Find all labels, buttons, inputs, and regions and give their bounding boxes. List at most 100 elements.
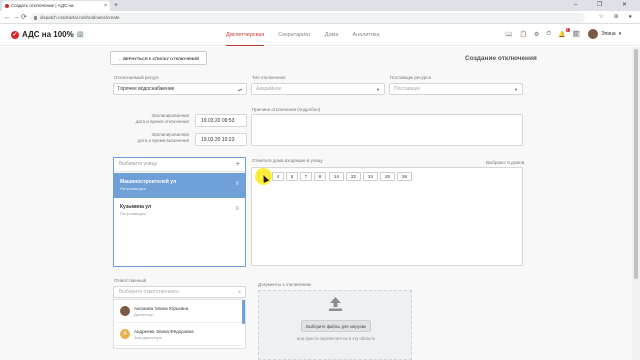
avatar: А bbox=[120, 329, 130, 339]
file-dropzone[interactable]: Выберите файлы для загрузки или просто п… bbox=[258, 290, 412, 360]
house-number-button[interactable]: 8 bbox=[314, 172, 326, 181]
responsible-item[interactable]: А Андреева Элина Фёдоровна Зам.директора bbox=[114, 323, 242, 346]
clipboard-icon[interactable]: 📋 bbox=[519, 31, 526, 38]
header-icons: 📖 📋 ⚙ ⏱ 🔔 1 🗓 bbox=[505, 28, 581, 38]
address-bar[interactable]: dispatch.rosdcartal.ru/shutdowns/create bbox=[30, 12, 585, 23]
bell-icon[interactable]: 🔔 1 bbox=[558, 28, 570, 38]
new-tab-button[interactable]: + bbox=[114, 0, 118, 11]
book-icon[interactable]: 📖 bbox=[505, 31, 512, 38]
menu-icon[interactable]: ≡ bbox=[235, 206, 239, 212]
upload-icon bbox=[329, 297, 342, 311]
chevron-down-icon: ▼ bbox=[376, 87, 380, 92]
house-number-button[interactable]: 14 bbox=[329, 172, 344, 181]
responsible-search-placeholder: Выберите ответственного bbox=[119, 289, 179, 295]
page-title: Создание отключения bbox=[465, 55, 537, 62]
forward-arrow-icon[interactable]: → bbox=[13, 12, 20, 23]
window-controls[interactable]: – ❐ ✕ bbox=[574, 0, 636, 11]
close-tab-icon[interactable]: × bbox=[104, 1, 107, 11]
page-scrollbar[interactable] bbox=[632, 47, 640, 360]
app-header: ✓ АДС на 100% 🏢 Диспетчерская Секретариа… bbox=[0, 24, 640, 46]
house-number-button[interactable]: 5 bbox=[286, 172, 298, 181]
street-name: Кузьмина ул bbox=[120, 204, 152, 210]
choose-files-button[interactable]: Выберите файлы для загрузки bbox=[301, 320, 371, 332]
supplier-select[interactable]: Поставщик ▼ bbox=[389, 83, 523, 95]
reason-label: Причина отключения (подробно) bbox=[252, 107, 321, 112]
planned-start-label: Запланированная дата и время отключения bbox=[135, 113, 189, 124]
back-to-list-button[interactable]: ← ВЕРНУТЬСЯ К СПИСКУ ОТКЛЮЧЕНИЙ bbox=[110, 51, 207, 65]
dropzone-hint: или просто перенесите их в эту область bbox=[296, 336, 376, 341]
shutdown-type-placeholder: Аварийное bbox=[256, 86, 282, 92]
menu-icon[interactable]: ≡ bbox=[235, 181, 239, 187]
timer-icon[interactable]: ⏱ bbox=[546, 31, 551, 38]
planned-end-label: Запланированная дата и время включения bbox=[137, 132, 189, 143]
responsible-name: Андреева Элина Фёдоровна bbox=[134, 329, 194, 334]
reason-textarea[interactable] bbox=[251, 114, 523, 146]
chevron-down-icon: ▾ bbox=[618, 31, 622, 37]
resource-select[interactable]: Горячее водоснабжение ▴▾ bbox=[113, 83, 247, 95]
select-arrows-icon: ▴▾ bbox=[237, 87, 242, 92]
responsible-search-input[interactable]: Выберите ответственного ⌕ bbox=[113, 286, 246, 298]
street-item[interactable]: Машиностроителей ул Петрозаводск ≡ bbox=[114, 173, 245, 198]
browser-tab[interactable]: Создать отключение | АДС на × bbox=[2, 1, 110, 11]
supplier-placeholder: Поставщик bbox=[394, 86, 420, 92]
houses-selected-count: Выбрано: 0 домов bbox=[486, 160, 525, 165]
street-search-placeholder: Выберите улицу bbox=[119, 161, 157, 167]
browser-toolbar: ← → ⟳ dispatch.rosdcartal.ru/shutdowns/c… bbox=[0, 11, 640, 24]
shutdown-type-label: Тип отключения bbox=[252, 75, 286, 80]
favicon-icon bbox=[5, 4, 9, 8]
planned-start-input[interactable]: 19.03.20 09:53 bbox=[195, 114, 247, 127]
calendar-icon[interactable]: 🗓 bbox=[573, 31, 581, 38]
chevron-down-icon: ▼ bbox=[514, 87, 518, 92]
scrollbar-thumb[interactable] bbox=[634, 49, 638, 279]
house-number-button[interactable]: 25 bbox=[380, 172, 395, 181]
responsible-list: Аксакова Элина Юрьевна Диспетчер А Андре… bbox=[113, 299, 246, 349]
main-nav: Диспетчерская Секретариат Дома Аналитика bbox=[226, 24, 380, 46]
logo-check-icon: ✓ bbox=[11, 30, 19, 39]
house-number-button[interactable]: 22 bbox=[346, 172, 361, 181]
user-menu[interactable]: Элина ▾ bbox=[588, 29, 621, 39]
street-district: Петрозаводск bbox=[120, 211, 146, 216]
nav-analytics[interactable]: Аналитика bbox=[352, 24, 379, 46]
add-street-icon[interactable]: + bbox=[236, 158, 240, 171]
street-panel: Выберите улицу + Машиностроителей ул Пет… bbox=[113, 157, 246, 267]
documents-label: Документы к отключению bbox=[258, 282, 312, 287]
street-name: Машиностроителей ул bbox=[120, 179, 177, 185]
responsible-name: Аксакова Элина Юрьевна bbox=[134, 306, 189, 311]
street-search-input[interactable]: Выберите улицу + bbox=[114, 158, 245, 172]
street-item[interactable]: Кузьмина ул Петрозаводск ≡ bbox=[114, 198, 245, 223]
gear-icon[interactable]: ⚙ bbox=[534, 31, 539, 38]
resource-value: Горячее водоснабжение bbox=[118, 86, 175, 92]
responsible-role: Зам.директора bbox=[134, 335, 162, 340]
responsible-scrollbar[interactable] bbox=[242, 300, 245, 324]
browser-tab-title: Создать отключение | АДС на bbox=[11, 3, 74, 8]
responsible-item[interactable]: Аксакова Элина Юрьевна Диспетчер bbox=[114, 300, 242, 323]
nav-secretariat[interactable]: Секретариат bbox=[278, 24, 310, 46]
nav-dispatch[interactable]: Диспетчерская bbox=[226, 24, 265, 46]
house-number-button[interactable]: 26 bbox=[397, 172, 412, 181]
supplier-label: Поставщик ресурса bbox=[390, 75, 432, 80]
building-icon[interactable]: 🏢 bbox=[77, 31, 84, 38]
browser-tab-strip: Создать отключение | АДС на × + – ❐ ✕ bbox=[0, 0, 640, 11]
house-number-button[interactable]: 7 bbox=[300, 172, 312, 181]
app-logo[interactable]: ✓ АДС на 100% 🏢 bbox=[11, 30, 84, 39]
reload-icon[interactable]: ⟳ bbox=[21, 12, 27, 23]
nav-houses[interactable]: Дома bbox=[325, 24, 339, 46]
responsible-label: Ответственный bbox=[114, 278, 147, 283]
avatar bbox=[120, 306, 130, 316]
notification-count: 1 bbox=[565, 28, 570, 32]
url-text: dispatch.rosdcartal.ru/shutdowns/create bbox=[40, 14, 120, 20]
planned-end-input[interactable]: 19.03.20 10:23 bbox=[195, 133, 247, 146]
logo-text: АДС на 100% bbox=[22, 30, 74, 39]
street-district: Петрозаводск bbox=[120, 186, 146, 191]
lock-icon bbox=[34, 15, 37, 20]
extension-icons[interactable]: ☆ ⊕ ● bbox=[599, 13, 636, 20]
user-name: Элина bbox=[601, 31, 616, 37]
house-number-button[interactable]: 24 bbox=[363, 172, 378, 181]
responsible-role: Диспетчер bbox=[134, 312, 154, 317]
houses-label: Отметьте дома входящие в улицу bbox=[252, 158, 323, 163]
back-arrow-icon[interactable]: ← bbox=[4, 12, 11, 23]
shutdown-type-select[interactable]: Аварийное ▼ bbox=[251, 83, 385, 95]
resource-label: Отключаемый ресурс bbox=[114, 75, 160, 80]
house-number-button[interactable]: 4 bbox=[272, 172, 284, 181]
search-icon: ⌕ bbox=[238, 289, 241, 295]
